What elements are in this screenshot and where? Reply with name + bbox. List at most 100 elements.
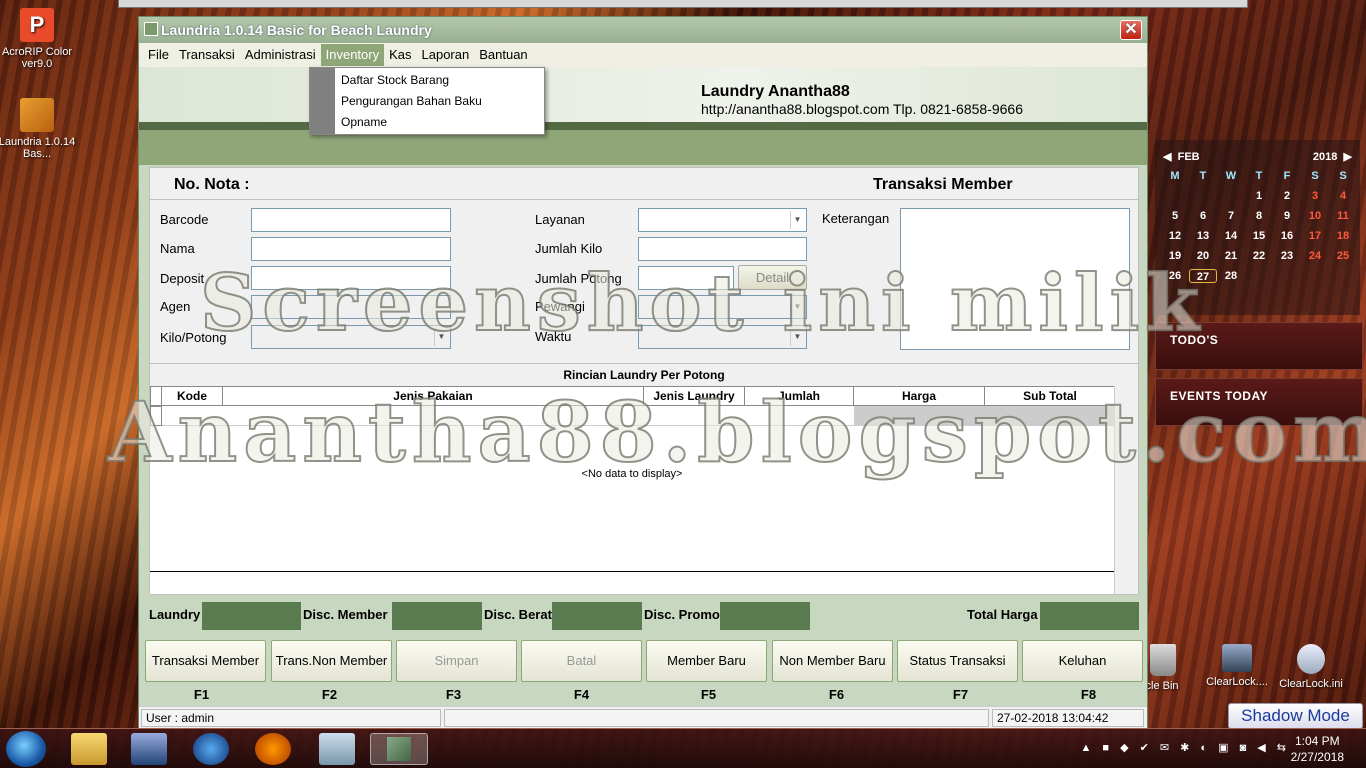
explorer-icon[interactable] bbox=[71, 733, 107, 765]
calendar-day[interactable]: 26 bbox=[1161, 269, 1189, 283]
calendar-day[interactable]: 28 bbox=[1217, 269, 1245, 283]
calendar-day[interactable]: 11 bbox=[1329, 209, 1357, 223]
column-jenis-laundry[interactable]: Jenis Laundry bbox=[644, 386, 745, 406]
calendar-day[interactable]: 14 bbox=[1217, 229, 1245, 243]
column-kode[interactable]: Kode bbox=[162, 386, 223, 406]
pewangi-select[interactable]: ▼ bbox=[638, 295, 807, 319]
calendar-day[interactable]: 16 bbox=[1273, 229, 1301, 243]
window-titlebar[interactable]: Laundria 1.0.14 Basic for Beach Laundry … bbox=[139, 17, 1147, 43]
barcode-input[interactable] bbox=[251, 208, 451, 232]
keterangan-textarea[interactable] bbox=[900, 208, 1130, 350]
transaksi-member-button[interactable]: Transaksi Member bbox=[145, 640, 266, 682]
calendar-day[interactable]: 3 bbox=[1301, 189, 1329, 203]
calendar-day[interactable]: 23 bbox=[1273, 249, 1301, 263]
calendar-day[interactable]: 15 bbox=[1245, 229, 1273, 243]
calendar-day[interactable]: 22 bbox=[1245, 249, 1273, 263]
calendar-day[interactable]: 9 bbox=[1273, 209, 1301, 223]
calendar-day[interactable]: 7 bbox=[1217, 209, 1245, 223]
internet-explorer-icon[interactable] bbox=[193, 733, 229, 765]
calendar-day[interactable]: 8 bbox=[1245, 209, 1273, 223]
desktop-icon-clearlock-ini[interactable]: ClearLock.ini bbox=[1272, 644, 1350, 690]
non-member-baru-button[interactable]: Non Member Baru bbox=[772, 640, 893, 682]
calendar-day[interactable]: 13 bbox=[1189, 229, 1217, 243]
calendar-month: FEB bbox=[1177, 151, 1200, 163]
menu-bantuan[interactable]: Bantuan bbox=[474, 44, 532, 66]
calendar-day[interactable]: 12 bbox=[1161, 229, 1189, 243]
column-harga[interactable]: Harga bbox=[854, 386, 985, 406]
menu-bar: File Transaksi Administrasi Inventory Ka… bbox=[139, 43, 1147, 67]
calendar-day[interactable]: 18 bbox=[1329, 229, 1357, 243]
prev-month-icon[interactable]: ◀ bbox=[1163, 151, 1171, 163]
calendar-day[interactable]: 19 bbox=[1161, 249, 1189, 263]
agen-label: Agen bbox=[160, 299, 191, 314]
menu-item-daftar-stock-barang[interactable]: Daftar Stock Barang bbox=[341, 73, 449, 87]
next-month-icon[interactable]: ▶ bbox=[1344, 151, 1352, 163]
menu-item-pengurangan-bahan-baku[interactable]: Pengurangan Bahan Baku bbox=[341, 94, 482, 108]
events-gadget[interactable]: EVENTS TODAY bbox=[1155, 378, 1363, 426]
calendar-day[interactable]: 27 bbox=[1189, 269, 1217, 283]
agen-input[interactable] bbox=[251, 295, 451, 319]
menu-item-opname[interactable]: Opname bbox=[341, 115, 387, 129]
system-tray-icons[interactable]: ▲ ■ ◆ ✔ ✉ ✱ ◐ ▣ ◙ ◀ ⇆ bbox=[1080, 741, 1290, 754]
waktu-label: Waktu bbox=[535, 329, 572, 344]
nama-input[interactable] bbox=[251, 237, 451, 261]
kilo-potong-select[interactable]: ▼ bbox=[251, 325, 451, 349]
jumlah-potong-input[interactable] bbox=[638, 266, 734, 290]
calendar-day[interactable]: 25 bbox=[1329, 249, 1357, 263]
menu-transaksi[interactable]: Transaksi bbox=[174, 44, 240, 66]
firefox-icon[interactable] bbox=[255, 733, 291, 765]
member-baru-button[interactable]: Member Baru bbox=[646, 640, 767, 682]
laundria-taskbar-button[interactable] bbox=[370, 733, 428, 765]
desktop-icon-acrorip[interactable]: P AcroRIP Color ver9.0 bbox=[0, 8, 76, 70]
menu-kas[interactable]: Kas bbox=[384, 44, 416, 66]
media-player-icon[interactable] bbox=[131, 733, 167, 765]
calendar-day[interactable]: 4 bbox=[1329, 189, 1357, 203]
calendar-day[interactable]: 17 bbox=[1301, 229, 1329, 243]
desktop-icon-label: Laundria 1.0.14 Bas... bbox=[0, 136, 76, 160]
shadow-mode-button[interactable]: Shadow Mode bbox=[1228, 703, 1363, 729]
trans-non-member-button[interactable]: Trans.Non Member bbox=[271, 640, 392, 682]
calendar-day[interactable]: 20 bbox=[1189, 249, 1217, 263]
calendar-day bbox=[1189, 189, 1217, 203]
calendar-day[interactable]: 21 bbox=[1217, 249, 1245, 263]
detail-button[interactable]: Detail bbox=[738, 265, 807, 290]
calendar-day[interactable]: 10 bbox=[1301, 209, 1329, 223]
calendar-day[interactable]: 2 bbox=[1273, 189, 1301, 203]
jumlah-kilo-input[interactable] bbox=[638, 237, 807, 261]
settings-file-icon bbox=[1297, 644, 1325, 674]
close-button[interactable]: ✕ bbox=[1120, 20, 1142, 40]
batal-button[interactable]: Batal bbox=[521, 640, 642, 682]
calendar-day[interactable]: 24 bbox=[1301, 249, 1329, 263]
calendar-day[interactable]: 5 bbox=[1161, 209, 1189, 223]
deposit-input[interactable] bbox=[251, 266, 451, 290]
layanan-select[interactable]: ▼ bbox=[638, 208, 807, 232]
waktu-select[interactable]: ▼ bbox=[638, 325, 807, 349]
desktop-icon-laundria[interactable]: Laundria 1.0.14 Bas... bbox=[0, 98, 76, 160]
grid-scrollbar[interactable] bbox=[1114, 386, 1138, 594]
menu-administrasi[interactable]: Administrasi bbox=[240, 44, 321, 66]
acrorip-icon: P bbox=[20, 8, 54, 42]
start-button[interactable] bbox=[6, 731, 46, 767]
calendar-dow: M bbox=[1170, 170, 1180, 182]
menu-laporan[interactable]: Laporan bbox=[417, 44, 475, 66]
column-jumlah[interactable]: Jumlah bbox=[745, 386, 854, 406]
calendar-day[interactable]: 1 bbox=[1245, 189, 1273, 203]
laundria-window: Laundria 1.0.14 Basic for Beach Laundry … bbox=[138, 16, 1148, 729]
desktop-icon-clearlock[interactable]: ClearLock.... bbox=[1198, 644, 1276, 688]
calendar-day[interactable]: 6 bbox=[1189, 209, 1217, 223]
nama-label: Nama bbox=[160, 241, 195, 256]
system-clock[interactable]: 1:04 PM 2/27/2018 bbox=[1291, 733, 1344, 765]
column-jenis-pakaian[interactable]: Jenis Pakaian bbox=[223, 386, 644, 406]
notes-icon[interactable] bbox=[319, 733, 355, 765]
todo-gadget[interactable]: TODO'S bbox=[1155, 322, 1363, 370]
calendar-year: 2018 bbox=[1312, 151, 1338, 163]
simpan-button[interactable]: Simpan bbox=[396, 640, 517, 682]
column-sub-total[interactable]: Sub Total bbox=[985, 386, 1116, 406]
keluhan-button[interactable]: Keluhan bbox=[1022, 640, 1143, 682]
kilo-potong-label: Kilo/Potong bbox=[160, 330, 227, 345]
totals-bar: Laundry Disc. Member Disc. Berat Disc. P… bbox=[149, 602, 1139, 630]
menu-file[interactable]: File bbox=[143, 44, 174, 66]
status-transaksi-button[interactable]: Status Transaksi bbox=[897, 640, 1018, 682]
menu-inventory[interactable]: Inventory bbox=[320, 44, 385, 66]
table-row[interactable] bbox=[150, 406, 1116, 426]
